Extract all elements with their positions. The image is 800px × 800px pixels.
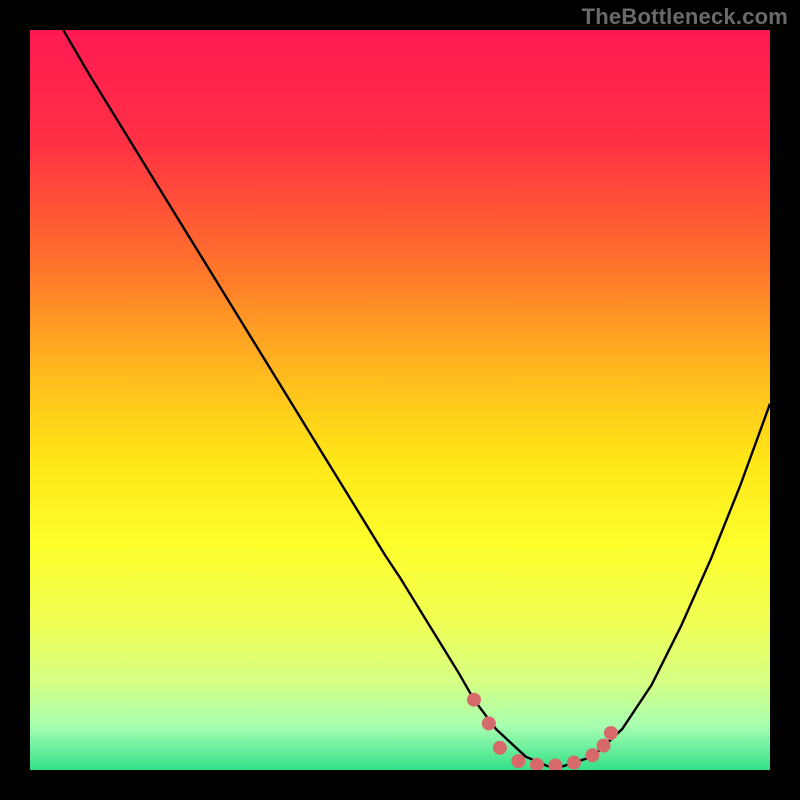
gradient-background	[30, 30, 770, 770]
marker-dot	[493, 741, 507, 755]
marker-dot	[585, 748, 599, 762]
marker-dot	[597, 739, 611, 753]
chart-svg	[30, 30, 770, 770]
bottleneck-curve	[63, 30, 770, 766]
marker-dot	[511, 754, 525, 768]
watermark-text: TheBottleneck.com	[582, 4, 788, 30]
optimal-range-markers	[467, 693, 618, 770]
marker-dot	[604, 726, 618, 740]
marker-dot	[530, 758, 544, 770]
marker-dot	[548, 759, 562, 770]
chart-frame: TheBottleneck.com	[0, 0, 800, 800]
marker-dot	[482, 716, 496, 730]
marker-dot	[467, 693, 481, 707]
plot-area	[30, 30, 770, 770]
marker-dot	[567, 756, 581, 770]
